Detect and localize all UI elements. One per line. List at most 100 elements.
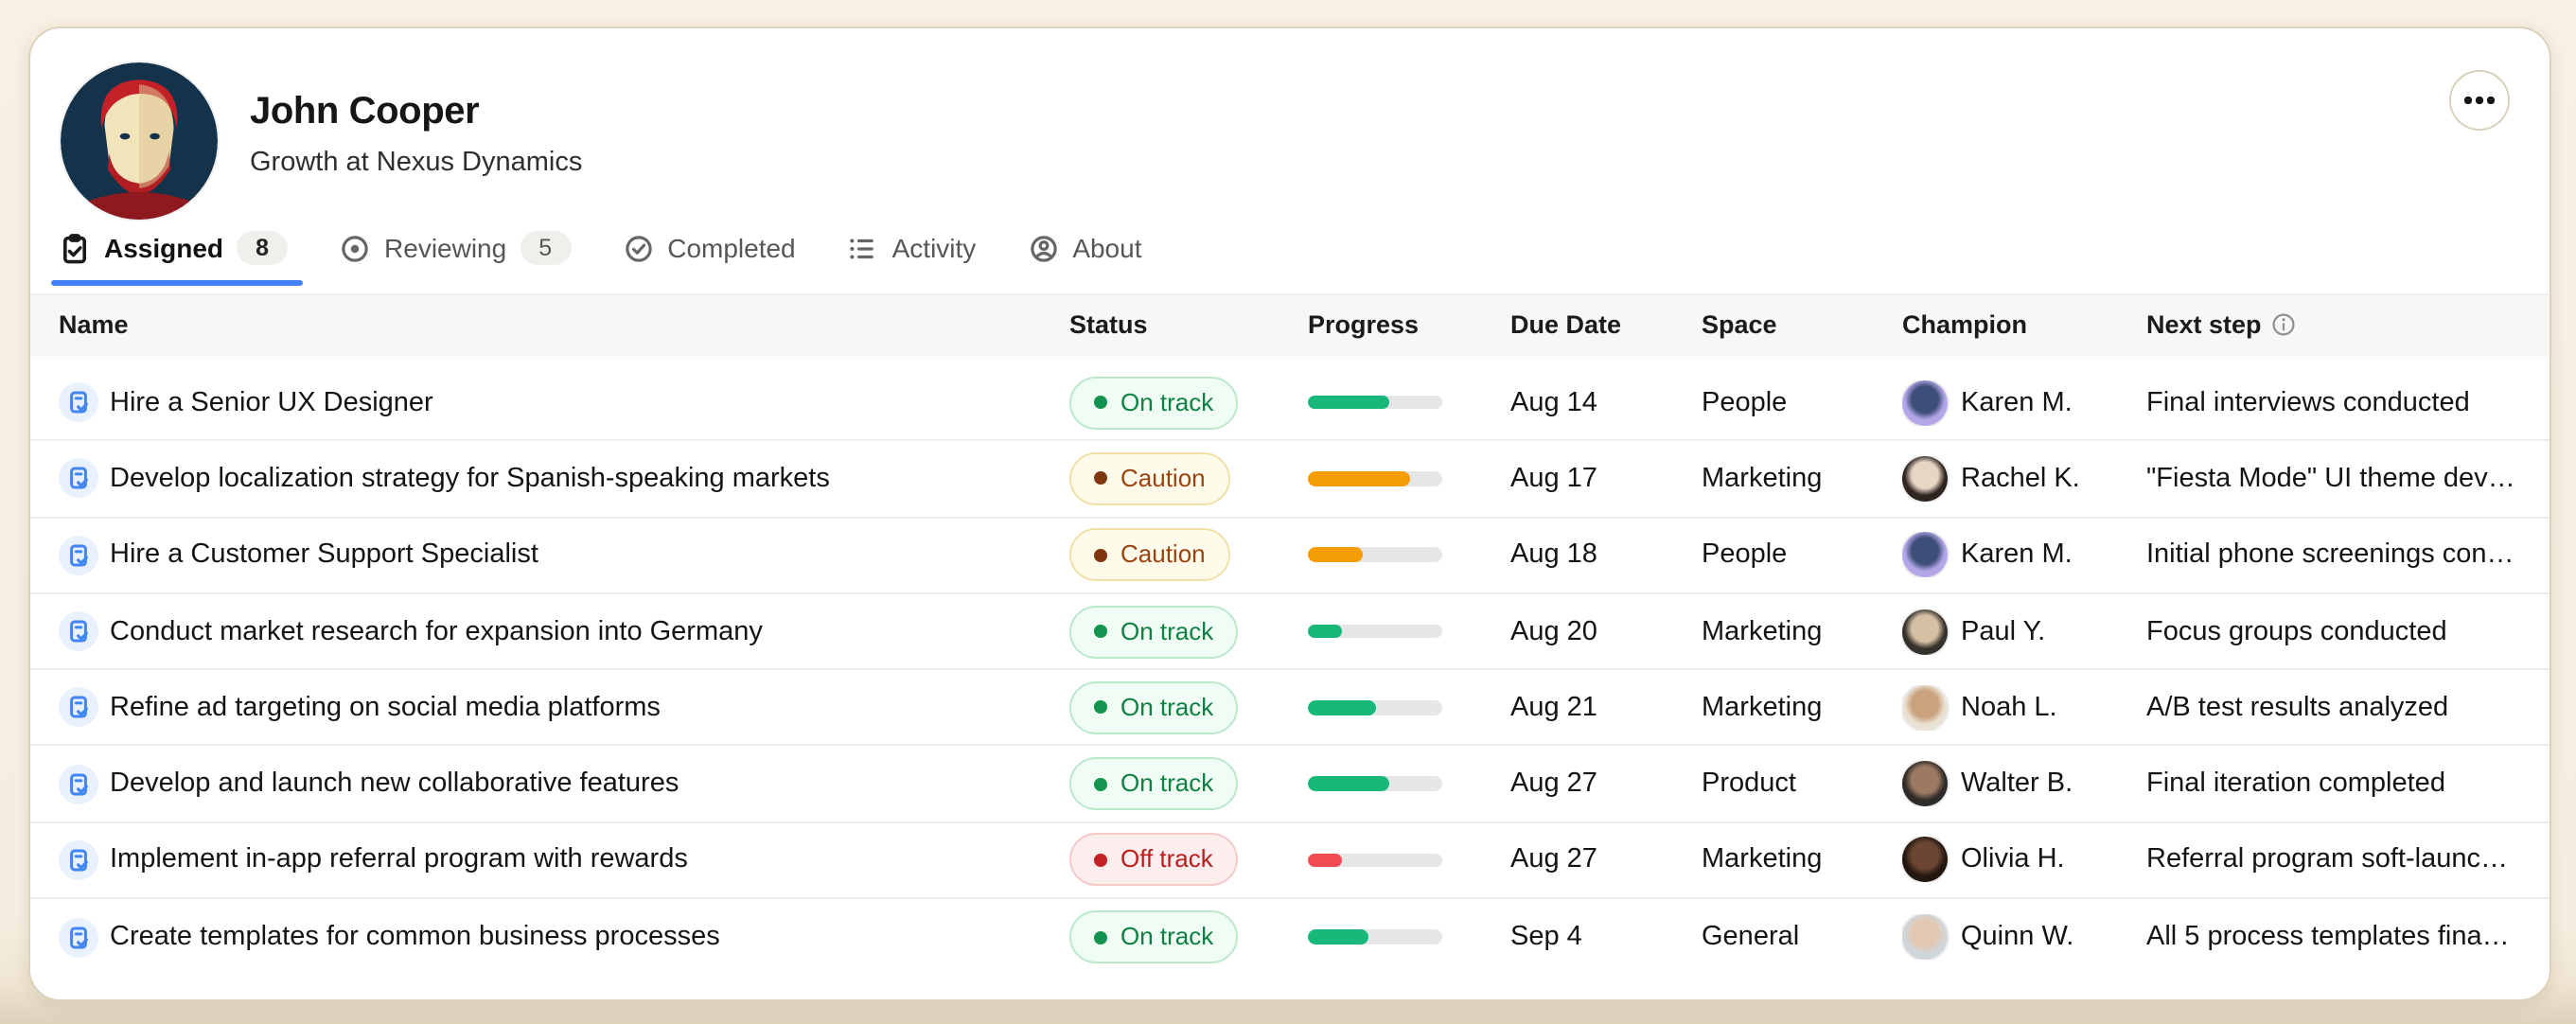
info-icon: [2271, 312, 2296, 337]
user-circle-icon: [1027, 232, 1059, 264]
progress-bar: [1308, 853, 1442, 867]
tab-label: Assigned: [104, 233, 223, 263]
table-row[interactable]: Develop and launch new collaborative fea…: [30, 747, 2550, 823]
space: General: [1702, 922, 1902, 952]
progress-bar: [1308, 548, 1442, 562]
task-doc-icon: [59, 459, 98, 499]
task-name: Implement in-app referral program with r…: [110, 845, 688, 875]
status-dot-icon: [1094, 548, 1107, 561]
more-options-button[interactable]: [2449, 70, 2510, 131]
champion-avatar: [1902, 532, 1948, 577]
status-badge: Caution: [1069, 528, 1230, 581]
table-row[interactable]: Implement in-app referral program with r…: [30, 823, 2550, 900]
next-step: Final iteration completed: [2146, 768, 2550, 799]
champion-name: Karen M.: [1961, 387, 2073, 417]
table-row[interactable]: Refine ad targeting on social media plat…: [30, 670, 2550, 747]
space: Product: [1702, 768, 1902, 799]
due-date: Aug 20: [1510, 616, 1702, 646]
next-step: Focus groups conducted: [2146, 616, 2550, 646]
column-header-champion[interactable]: Champion: [1902, 310, 2146, 339]
task-name: Develop localization strategy for Spanis…: [110, 464, 830, 494]
task-doc-icon: [59, 535, 98, 574]
status-dot-icon: [1094, 854, 1107, 867]
column-header-status[interactable]: Status: [1069, 310, 1308, 339]
champion-name: Karen M.: [1961, 539, 2073, 570]
tab-about[interactable]: About: [1027, 214, 1141, 282]
progress-bar: [1308, 471, 1442, 486]
champion-avatar: [1902, 456, 1948, 502]
progress-fill: [1308, 396, 1388, 410]
table-row[interactable]: Create templates for common business pro…: [30, 899, 2550, 976]
tab-completed[interactable]: Completed: [622, 214, 795, 282]
avatar: [61, 62, 218, 220]
task-doc-icon: [59, 382, 98, 422]
list-icon: [847, 232, 879, 264]
champion-name: Quinn W.: [1961, 922, 2073, 952]
status-dot-icon: [1094, 777, 1107, 790]
status-badge: On track: [1069, 910, 1238, 963]
profile-subtitle: Growth at Nexus Dynamics: [250, 146, 582, 180]
table-header: Name Status Progress Due Date Space Cham…: [30, 293, 2550, 354]
page-title: John Cooper: [250, 89, 582, 134]
profile-card: John Cooper Growth at Nexus Dynamics Ass…: [28, 26, 2551, 1001]
task-name: Create templates for common business pro…: [110, 922, 720, 952]
champion-avatar: [1902, 838, 1948, 883]
task-name: Hire a Customer Support Specialist: [110, 539, 538, 570]
due-date: Aug 27: [1510, 845, 1702, 875]
clipboard-check-icon: [59, 232, 91, 264]
champion-avatar: [1902, 380, 1948, 425]
page: John Cooper Growth at Nexus Dynamics Ass…: [0, 0, 2576, 1024]
progress-fill: [1308, 700, 1376, 715]
column-header-space[interactable]: Space: [1702, 310, 1902, 339]
due-date: Sep 4: [1510, 922, 1702, 952]
champion-name: Walter B.: [1961, 768, 2073, 799]
column-header-due-date[interactable]: Due Date: [1510, 310, 1702, 339]
champion-avatar: [1902, 914, 1948, 960]
next-step: Initial phone screenings con…: [2146, 539, 2550, 570]
champion-avatar: [1902, 761, 1948, 806]
progress-bar: [1308, 625, 1442, 639]
status-badge: On track: [1069, 605, 1238, 658]
progress-fill: [1308, 625, 1342, 639]
tab-count-badge: 8: [237, 231, 288, 265]
tab-activity[interactable]: Activity: [847, 214, 977, 282]
table-row[interactable]: Develop localization strategy for Spanis…: [30, 442, 2550, 519]
progress-bar: [1308, 930, 1442, 945]
profile-tabs: Assigned 8 Reviewing 5 Completed: [59, 214, 1142, 282]
column-header-name[interactable]: Name: [59, 310, 1069, 339]
progress-fill: [1308, 930, 1368, 945]
champion-name: Rachel K.: [1961, 464, 2080, 494]
due-date: Aug 18: [1510, 539, 1702, 570]
space: People: [1702, 387, 1902, 417]
task-name: Hire a Senior UX Designer: [110, 387, 433, 417]
task-name: Conduct market research for expansion in…: [110, 616, 763, 646]
task-name: Develop and launch new collaborative fea…: [110, 768, 679, 799]
table-row[interactable]: Hire a Customer Support Specialist Cauti…: [30, 518, 2550, 594]
tab-reviewing[interactable]: Reviewing 5: [339, 214, 571, 282]
due-date: Aug 21: [1510, 693, 1702, 723]
space: Marketing: [1702, 616, 1902, 646]
status-dot-icon: [1094, 472, 1107, 486]
status-badge: On track: [1069, 757, 1238, 810]
status-badge: Off track: [1069, 834, 1238, 887]
table-row[interactable]: Conduct market research for expansion in…: [30, 594, 2550, 671]
progress-fill: [1308, 853, 1342, 867]
status-badge: On track: [1069, 376, 1238, 429]
column-header-next-step[interactable]: Next step: [2146, 310, 2550, 339]
ellipsis-icon: [2465, 97, 2472, 104]
column-header-progress[interactable]: Progress: [1308, 310, 1510, 339]
tab-count-badge: 5: [520, 231, 571, 265]
next-step: All 5 process templates fina…: [2146, 922, 2550, 952]
space: People: [1702, 539, 1902, 570]
table-row[interactable]: Hire a Senior UX Designer On track Aug 1…: [30, 365, 2550, 442]
champion-name: Noah L.: [1961, 693, 2057, 723]
space: Marketing: [1702, 464, 1902, 494]
tab-label: About: [1072, 233, 1141, 263]
status-badge: Caution: [1069, 452, 1230, 505]
task-doc-icon: [59, 611, 98, 651]
due-date: Aug 17: [1510, 464, 1702, 494]
due-date: Aug 27: [1510, 768, 1702, 799]
tab-assigned[interactable]: Assigned 8: [59, 214, 288, 282]
champion-avatar: [1902, 685, 1948, 731]
task-doc-icon: [59, 840, 98, 880]
